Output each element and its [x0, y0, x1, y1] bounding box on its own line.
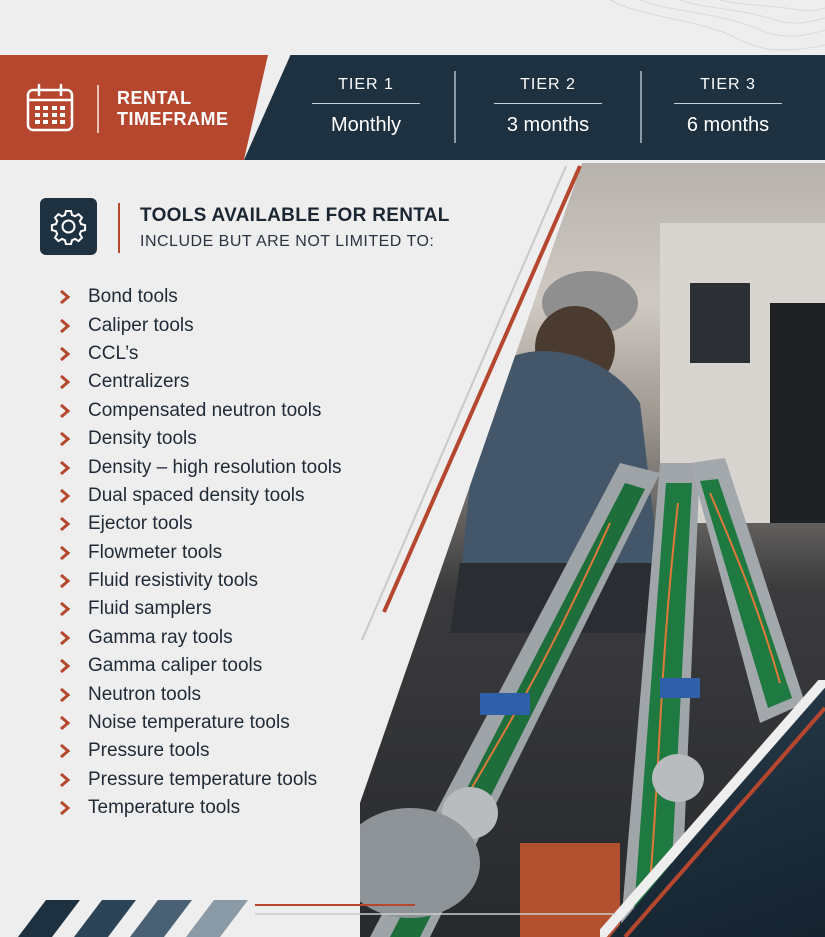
tool-item: Bond tools [58, 283, 341, 311]
tier-3: TIER 3 6 months [663, 73, 793, 137]
tool-item: Pressure tools [58, 737, 341, 765]
chevron-right-icon [60, 517, 71, 532]
tier-1-rule [312, 103, 420, 104]
tool-item: Density – high resolution tools [58, 453, 341, 481]
bottom-rules-decoration [255, 904, 615, 915]
tools-icon-box [40, 198, 97, 255]
tool-item: Caliper tools [58, 311, 341, 339]
chevron-right-icon [60, 801, 71, 816]
chevron-right-icon [60, 687, 71, 702]
tool-item: Gamma ray tools [58, 624, 341, 652]
tool-item-label: Density – high resolution tools [88, 456, 342, 478]
tier-1-name: TIER 1 [338, 76, 394, 93]
chevron-right-icon [60, 346, 71, 361]
tool-item-label: Fluid resistivity tools [88, 570, 258, 592]
chevron-right-icon [60, 716, 71, 731]
rental-timeframe-band: RENTAL TIMEFRAME TIER 1 Monthly TIER 2 3… [0, 55, 825, 160]
calendar-icon [26, 83, 74, 132]
chevron-right-icon [60, 290, 71, 305]
tool-item: Centralizers [58, 368, 341, 396]
tool-item: Fluid resistivity tools [58, 567, 341, 595]
tool-item: Ejector tools [58, 510, 341, 538]
chevron-right-icon [60, 744, 71, 759]
tier-3-name: TIER 3 [700, 76, 756, 93]
tool-item-label: Dual spaced density tools [88, 484, 305, 506]
tier-1-value: Monthly [330, 114, 402, 136]
tool-item-label: Centralizers [88, 371, 190, 393]
tier-separator [640, 71, 642, 143]
tools-divider [118, 203, 120, 253]
tool-item-label: Ejector tools [88, 513, 193, 535]
tier-separator [454, 71, 456, 143]
chevron-right-icon [60, 375, 71, 390]
tool-item-label: Fluid samplers [88, 598, 212, 620]
tool-item-label: Noise temperature tools [88, 712, 290, 734]
tool-item-label: Pressure temperature tools [88, 768, 318, 790]
tool-item: Dual spaced density tools [58, 482, 341, 510]
rental-divider [97, 85, 99, 133]
tools-subtitle: INCLUDE BUT ARE NOT LIMITED TO: [140, 233, 435, 250]
tier-2-name: TIER 2 [520, 76, 576, 93]
tool-item-label: Gamma ray tools [88, 626, 233, 648]
tool-item: Gamma caliper tools [58, 652, 341, 680]
gear-icon [50, 210, 87, 245]
chevron-right-icon [60, 460, 71, 475]
tool-item: Neutron tools [58, 680, 341, 708]
tier-2-value: 3 months [506, 114, 590, 136]
tier-3-value: 6 months [686, 114, 770, 136]
chevron-right-icon [60, 574, 71, 589]
tool-item: Density tools [58, 425, 341, 453]
tool-item: Fluid samplers [58, 595, 341, 623]
tool-item-label: Bond tools [88, 286, 178, 308]
tool-item: Flowmeter tools [58, 539, 341, 567]
tier-3-rule [674, 103, 782, 104]
tool-item-label: Pressure tools [88, 740, 210, 762]
tool-item: Pressure temperature tools [58, 766, 341, 794]
chevron-right-icon [60, 659, 71, 674]
tool-item-label: Gamma caliper tools [88, 655, 263, 677]
bottom-stripes-decoration [18, 900, 248, 937]
tool-list: Bond tools Caliper tools CCL’s Centralizers… [58, 283, 341, 822]
chevron-right-icon [60, 772, 71, 787]
tool-item: Compensated neutron tools [58, 397, 341, 425]
tool-item: Noise temperature tools [58, 709, 341, 737]
chevron-right-icon [60, 545, 71, 560]
topographic-lines-decoration [609, 0, 825, 51]
tool-item-label: Neutron tools [88, 683, 202, 705]
chevron-right-icon [60, 602, 71, 617]
tier-2-rule [494, 103, 602, 104]
rental-timeframe-label: RENTAL TIMEFRAME [117, 88, 229, 129]
tool-item-label: Compensated neutron tools [88, 399, 322, 421]
chevron-right-icon [60, 318, 71, 333]
chevron-right-icon [60, 630, 71, 645]
tool-item-label: Density tools [88, 428, 197, 450]
tool-item-label: CCL’s [88, 342, 139, 364]
tool-item: CCL’s [58, 340, 341, 368]
chevron-right-icon [60, 432, 71, 447]
chevron-right-icon [60, 403, 71, 418]
tools-title: TOOLS AVAILABLE FOR RENTAL [140, 205, 450, 226]
tool-item-label: Flowmeter tools [88, 541, 223, 563]
tool-item-label: Caliper tools [88, 314, 194, 336]
tier-1: TIER 1 Monthly [301, 73, 431, 137]
tier-2: TIER 2 3 months [483, 73, 613, 137]
tool-item-label: Temperature tools [88, 797, 241, 819]
tool-item: Temperature tools [58, 794, 341, 822]
corner-accent-edge [600, 680, 825, 937]
chevron-right-icon [60, 488, 71, 503]
